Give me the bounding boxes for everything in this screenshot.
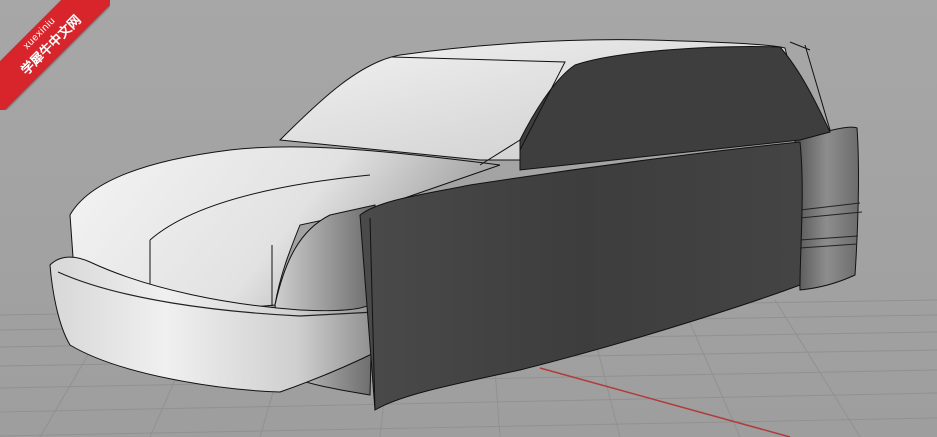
watermark-badge: xuexiniu 学犀牛中文网 bbox=[0, 0, 110, 110]
rhino-perspective-viewport[interactable]: xuexiniu 学犀牛中文网 bbox=[0, 0, 937, 437]
car-model-scene[interactable] bbox=[0, 0, 937, 437]
watermark-ribbon: xuexiniu 学犀牛中文网 bbox=[0, 0, 110, 110]
rear-panel[interactable] bbox=[794, 126, 859, 291]
